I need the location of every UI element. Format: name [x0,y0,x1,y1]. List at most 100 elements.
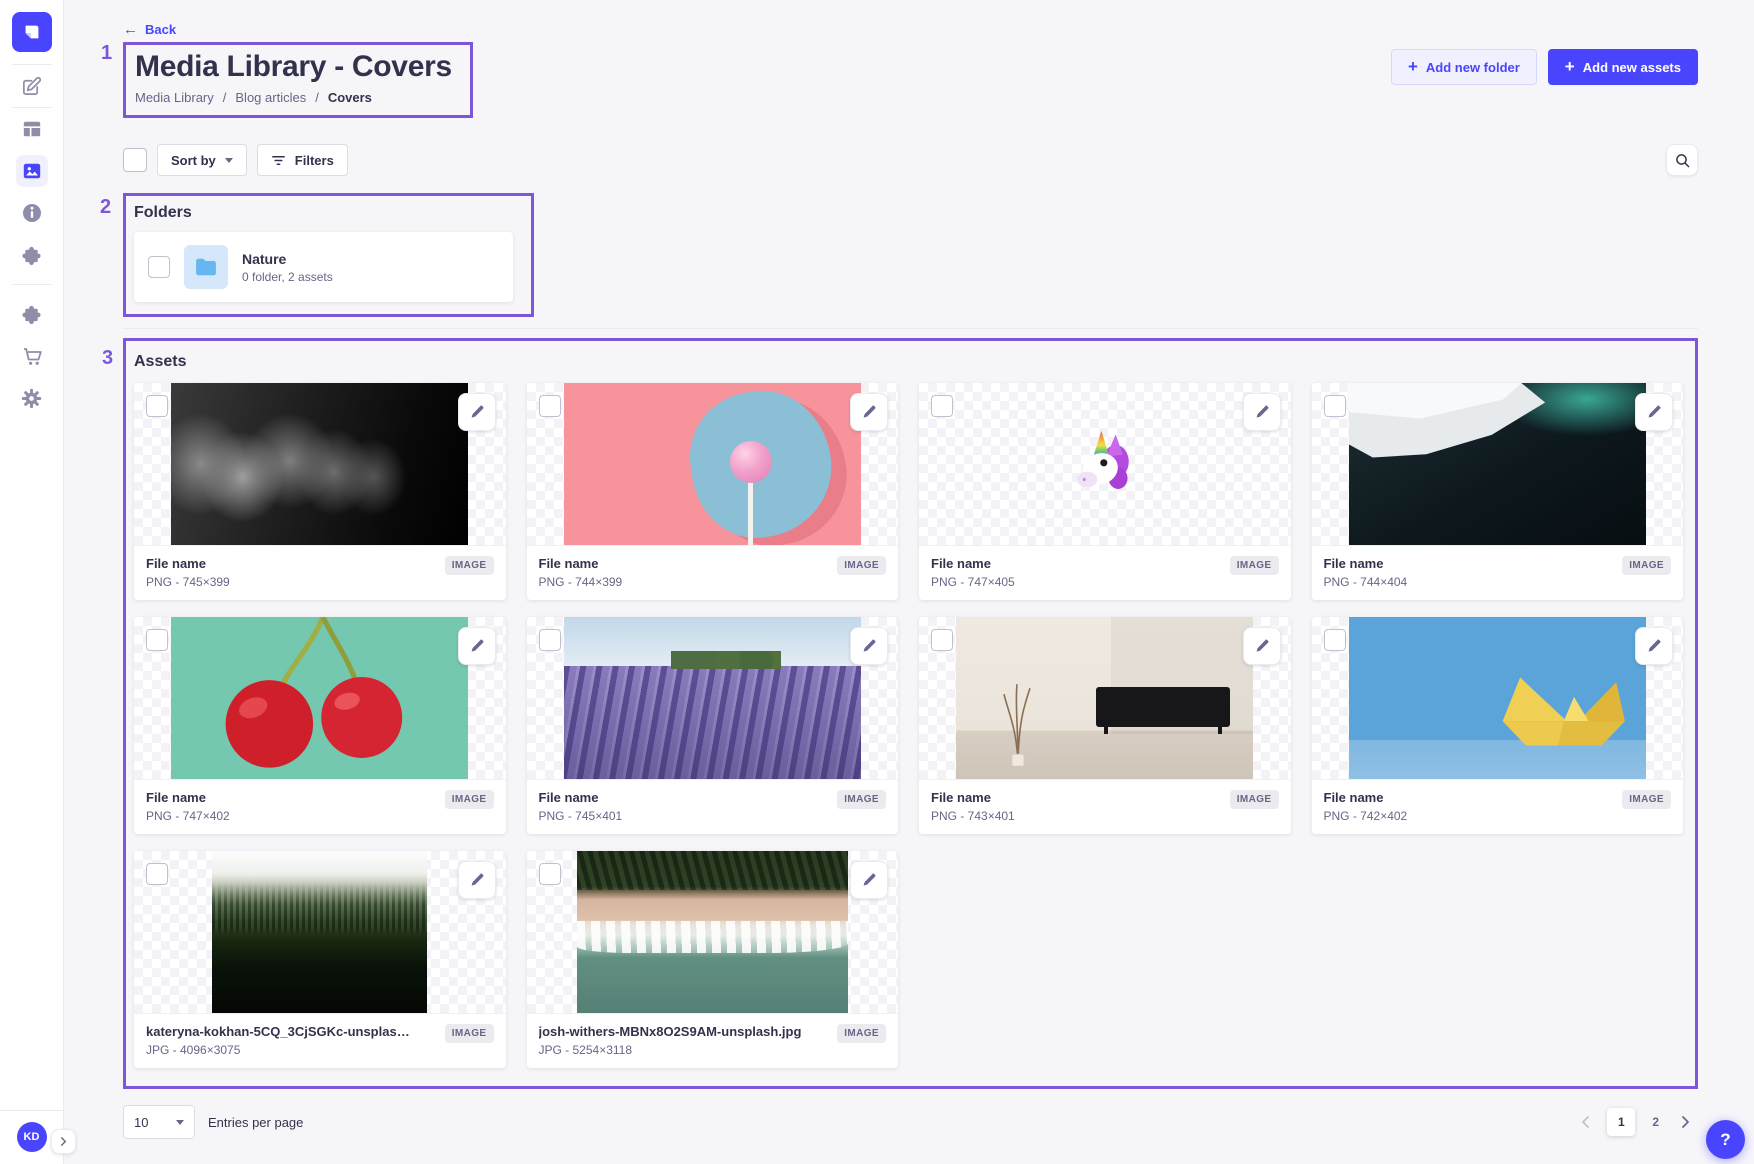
edit-button[interactable] [1243,627,1281,665]
help-button[interactable]: ? [1706,1120,1745,1159]
unicorn-icon [1067,426,1143,502]
strapi-logo[interactable] [12,12,52,52]
search-button[interactable] [1666,144,1698,176]
page-title: Media Library - Covers [135,47,452,87]
sidebar-divider [12,284,52,285]
info-icon [22,203,42,223]
asset-card-footer: File name PNG - 747×405 IMAGE [919,546,1291,600]
sort-by-button[interactable]: Sort by [157,144,247,176]
edit-button[interactable] [458,861,496,899]
asset-checkbox[interactable] [539,629,561,651]
layout-icon [22,119,42,139]
user-avatar[interactable]: KD [17,1122,47,1152]
sort-by-label: Sort by [171,153,216,168]
sidebar-collapse-button[interactable] [51,1129,76,1154]
edit-button[interactable] [850,393,888,431]
edit-button[interactable] [1635,393,1673,431]
asset-image-forest-lake [212,851,427,1013]
pencil-icon [1647,639,1661,653]
assets-grid: File name PNG - 745×399 IMAGE [134,383,1683,1068]
pagination: 1 2 [1577,1108,1694,1136]
add-new-assets-button[interactable]: + Add new assets [1548,49,1698,85]
breadcrumb-item-media-library[interactable]: Media Library [135,90,214,105]
compose-icon [21,76,42,97]
asset-checkbox[interactable] [931,395,953,417]
folder-checkbox[interactable] [148,256,170,278]
filters-button[interactable]: Filters [257,144,348,176]
pencil-icon [1255,405,1269,419]
pagination-next-button[interactable] [1676,1113,1694,1131]
edit-button[interactable] [1635,627,1673,665]
asset-card[interactable]: File name PNG - 745×401 IMAGE [527,617,899,834]
lavender-rows [564,666,861,779]
asset-thumbnail-area [527,383,899,546]
edit-button[interactable] [1243,393,1281,431]
folder-card[interactable]: Nature 0 folder, 2 assets [134,232,513,302]
entries-per-page-label: Entries per page [208,1115,303,1130]
asset-meta: PNG - 744×399 [539,575,623,589]
sidebar-item-content-manager[interactable] [12,66,52,106]
asset-card[interactable]: kateryna-kokhan-5CQ_3CjSGKc-unsplash.jpg… [134,851,506,1068]
iceberg-shape [1349,383,1646,545]
asset-checkbox[interactable] [146,629,168,651]
forest-trees [212,883,427,935]
asset-thumbnail-area [134,851,506,1014]
asset-card[interactable]: File name PNG - 745×399 IMAGE [134,383,506,600]
asset-type-badge: IMAGE [1230,556,1279,575]
asset-card[interactable]: File name PNG - 743×401 IMAGE [919,617,1291,834]
annotation-box-3: 3 Assets File name PNG - 745×399 IMA [123,338,1698,1089]
asset-image-iceberg [1349,383,1646,545]
edit-button[interactable] [458,627,496,665]
asset-checkbox[interactable] [1324,395,1346,417]
asset-checkbox[interactable] [1324,629,1346,651]
pagination-footer: 10 Entries per page 1 2 [123,1105,1698,1161]
asset-checkbox[interactable] [146,395,168,417]
sidebar-item-plugin[interactable] [12,235,52,275]
asset-card[interactable]: File name PNG - 747×405 IMAGE [919,383,1291,600]
edit-button[interactable] [850,627,888,665]
back-link[interactable]: ← Back [123,0,176,37]
pencil-icon [1647,405,1661,419]
paper-boat-shape [1491,675,1637,748]
pagination-page-1[interactable]: 1 [1607,1108,1635,1136]
sidebar-item-marketplace[interactable] [12,336,52,376]
sidebar-item-media-library[interactable] [12,151,52,191]
pencil-icon [470,639,484,653]
sidebar-item-settings[interactable] [12,378,52,418]
asset-card[interactable]: File name PNG - 742×402 IMAGE [1312,617,1684,834]
asset-checkbox[interactable] [146,863,168,885]
asset-title: File name [539,789,623,806]
sidebar-item-documentation[interactable] [12,193,52,233]
folder-icon-tile [184,245,228,289]
plus-icon: + [1408,58,1418,75]
pagination-page-2[interactable]: 2 [1647,1115,1664,1129]
asset-checkbox[interactable] [931,629,953,651]
breadcrumb-item-blog-articles[interactable]: Blog articles [235,90,306,105]
asset-checkbox[interactable] [539,395,561,417]
add-new-folder-button[interactable]: + Add new folder [1391,49,1537,85]
sidebar-item-content-type-builder[interactable] [12,109,52,149]
edit-button[interactable] [458,393,496,431]
asset-card[interactable]: File name PNG - 744×399 IMAGE [527,383,899,600]
asset-card[interactable]: josh-withers-MBNx8O2S9AM-unsplash.jpg JP… [527,851,899,1068]
filter-icon [271,153,286,168]
asset-title: File name [1324,555,1408,572]
back-label: Back [145,22,176,37]
annotation-number-1: 1 [101,42,112,65]
asset-checkbox[interactable] [539,863,561,885]
sidebar-item-plugins[interactable] [12,294,52,334]
chevron-right-icon [59,1137,68,1146]
pagination-prev-button[interactable] [1577,1113,1595,1131]
asset-thumbnail-area [919,617,1291,780]
breadcrumb-item-covers: Covers [328,90,372,105]
asset-title: File name [931,789,1015,806]
edit-button[interactable] [850,861,888,899]
select-all-checkbox[interactable] [123,148,147,172]
asset-title: kateryna-kokhan-5CQ_3CjSGKc-unsplash.jpg [146,1023,411,1040]
asset-card[interactable]: File name PNG - 747×402 IMAGE [134,617,506,834]
back-arrow-icon: ← [123,22,138,37]
entries-per-page-select[interactable]: 10 [123,1105,195,1139]
puzzle-icon [21,245,42,266]
asset-type-badge: IMAGE [445,1024,494,1043]
asset-card[interactable]: File name PNG - 744×404 IMAGE [1312,383,1684,600]
